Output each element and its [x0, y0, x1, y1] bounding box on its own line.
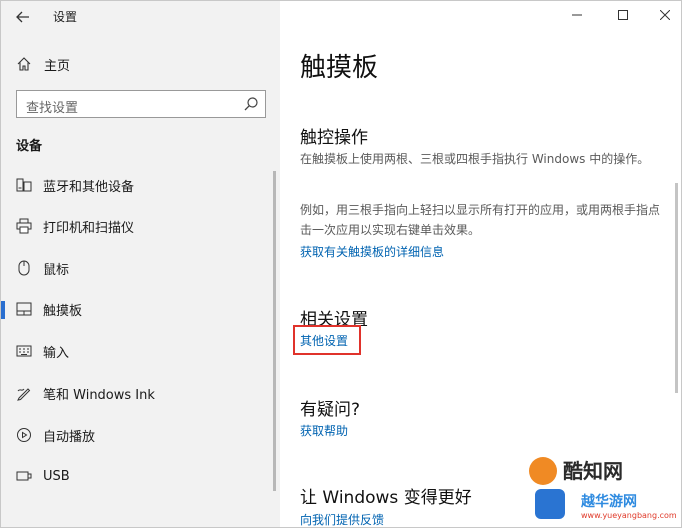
bluetooth-devices-icon — [15, 177, 33, 193]
printer-icon — [15, 218, 33, 234]
maximize-icon — [618, 10, 628, 20]
sidebar-item-autoplay[interactable]: 自动播放 — [1, 417, 280, 453]
watermark-line2: 越华游网 — [581, 494, 637, 510]
title-bar: 设置 — [1, 1, 280, 33]
settings-window: 设置 主页 查找设置 设备 蓝牙和其他设备 打印机和扫描仪 鼠标 触摸板 输入 … — [0, 0, 682, 528]
back-button[interactable] — [9, 5, 37, 29]
section-label-devices: 设备 — [16, 139, 43, 154]
minimize-icon — [572, 14, 582, 16]
keyboard-icon — [15, 343, 33, 359]
question-heading: 有疑问? — [300, 400, 361, 420]
close-button[interactable] — [650, 5, 680, 25]
touchpad-icon — [15, 301, 33, 317]
sidebar-item-label: 输入 — [43, 345, 70, 361]
other-settings-link[interactable]: 其他设置 — [300, 332, 348, 349]
sidebar-item-printers[interactable]: 打印机和扫描仪 — [1, 208, 280, 244]
touch-gestures-description: 在触摸板上使用两根、三根或四根手指执行 Windows 中的操作。 — [300, 152, 650, 166]
sidebar-item-label: 蓝牙和其他设备 — [43, 179, 135, 195]
home-icon — [16, 56, 32, 72]
feedback-link[interactable]: 向我们提供反馈 — [300, 511, 384, 527]
close-icon — [660, 10, 670, 20]
watermark: 酷知网 越华游网 www.yueyangbang.com — [521, 449, 681, 527]
window-title: 设置 — [53, 10, 78, 24]
sidebar: 设置 主页 查找设置 设备 蓝牙和其他设备 打印机和扫描仪 鼠标 触摸板 输入 … — [1, 1, 280, 527]
sidebar-item-home[interactable]: 主页 — [1, 49, 280, 79]
watermark-line1: 酷知网 — [563, 459, 623, 483]
search-icon[interactable] — [243, 96, 259, 112]
sidebar-item-usb[interactable]: USB — [1, 458, 280, 494]
touch-gestures-example: 例如，用三根手指向上轻扫以显示所有打开的应用，或用两根手指点击一次应用以实现右键… — [300, 203, 661, 237]
get-help-link[interactable]: 获取帮助 — [300, 422, 348, 439]
autoplay-icon — [15, 427, 33, 443]
sidebar-item-mouse[interactable]: 鼠标 — [1, 250, 280, 286]
pen-icon — [15, 385, 33, 401]
sidebar-item-touchpad[interactable]: 触摸板 — [1, 291, 280, 327]
sidebar-item-label: 触摸板 — [43, 303, 83, 319]
search-placeholder: 查找设置 — [26, 101, 79, 116]
improve-windows-heading: 让 Windows 变得更好 — [300, 488, 472, 508]
mouse-icon — [15, 260, 33, 276]
touchpad-info-link[interactable]: 获取有关触摸板的详细信息 — [300, 243, 444, 260]
touch-gestures-heading: 触控操作 — [300, 128, 368, 148]
watermark-logo-icon — [529, 457, 557, 485]
sidebar-item-label: 自动播放 — [43, 429, 96, 445]
sidebar-scrollbar[interactable] — [273, 171, 276, 491]
watermark-url: www.yueyangbang.com — [581, 511, 677, 520]
main-scrollbar[interactable] — [675, 183, 678, 393]
minimize-button[interactable] — [562, 5, 592, 25]
sidebar-item-pen[interactable]: 笔和 Windows Ink — [1, 375, 280, 411]
page-title: 触摸板 — [300, 53, 379, 83]
sidebar-item-bluetooth[interactable]: 蓝牙和其他设备 — [1, 167, 280, 203]
search-input[interactable]: 查找设置 — [16, 90, 266, 118]
usb-icon — [15, 468, 33, 484]
sidebar-item-label: 鼠标 — [43, 262, 70, 278]
back-arrow-icon — [16, 11, 29, 23]
home-label: 主页 — [44, 58, 71, 74]
sidebar-item-label: 笔和 Windows Ink — [43, 387, 155, 403]
sidebar-item-label: 打印机和扫描仪 — [43, 220, 135, 236]
sidebar-item-label: USB — [43, 468, 70, 484]
sidebar-item-typing[interactable]: 输入 — [1, 333, 280, 369]
maximize-button[interactable] — [608, 5, 638, 25]
watermark-shield-icon — [535, 489, 565, 519]
